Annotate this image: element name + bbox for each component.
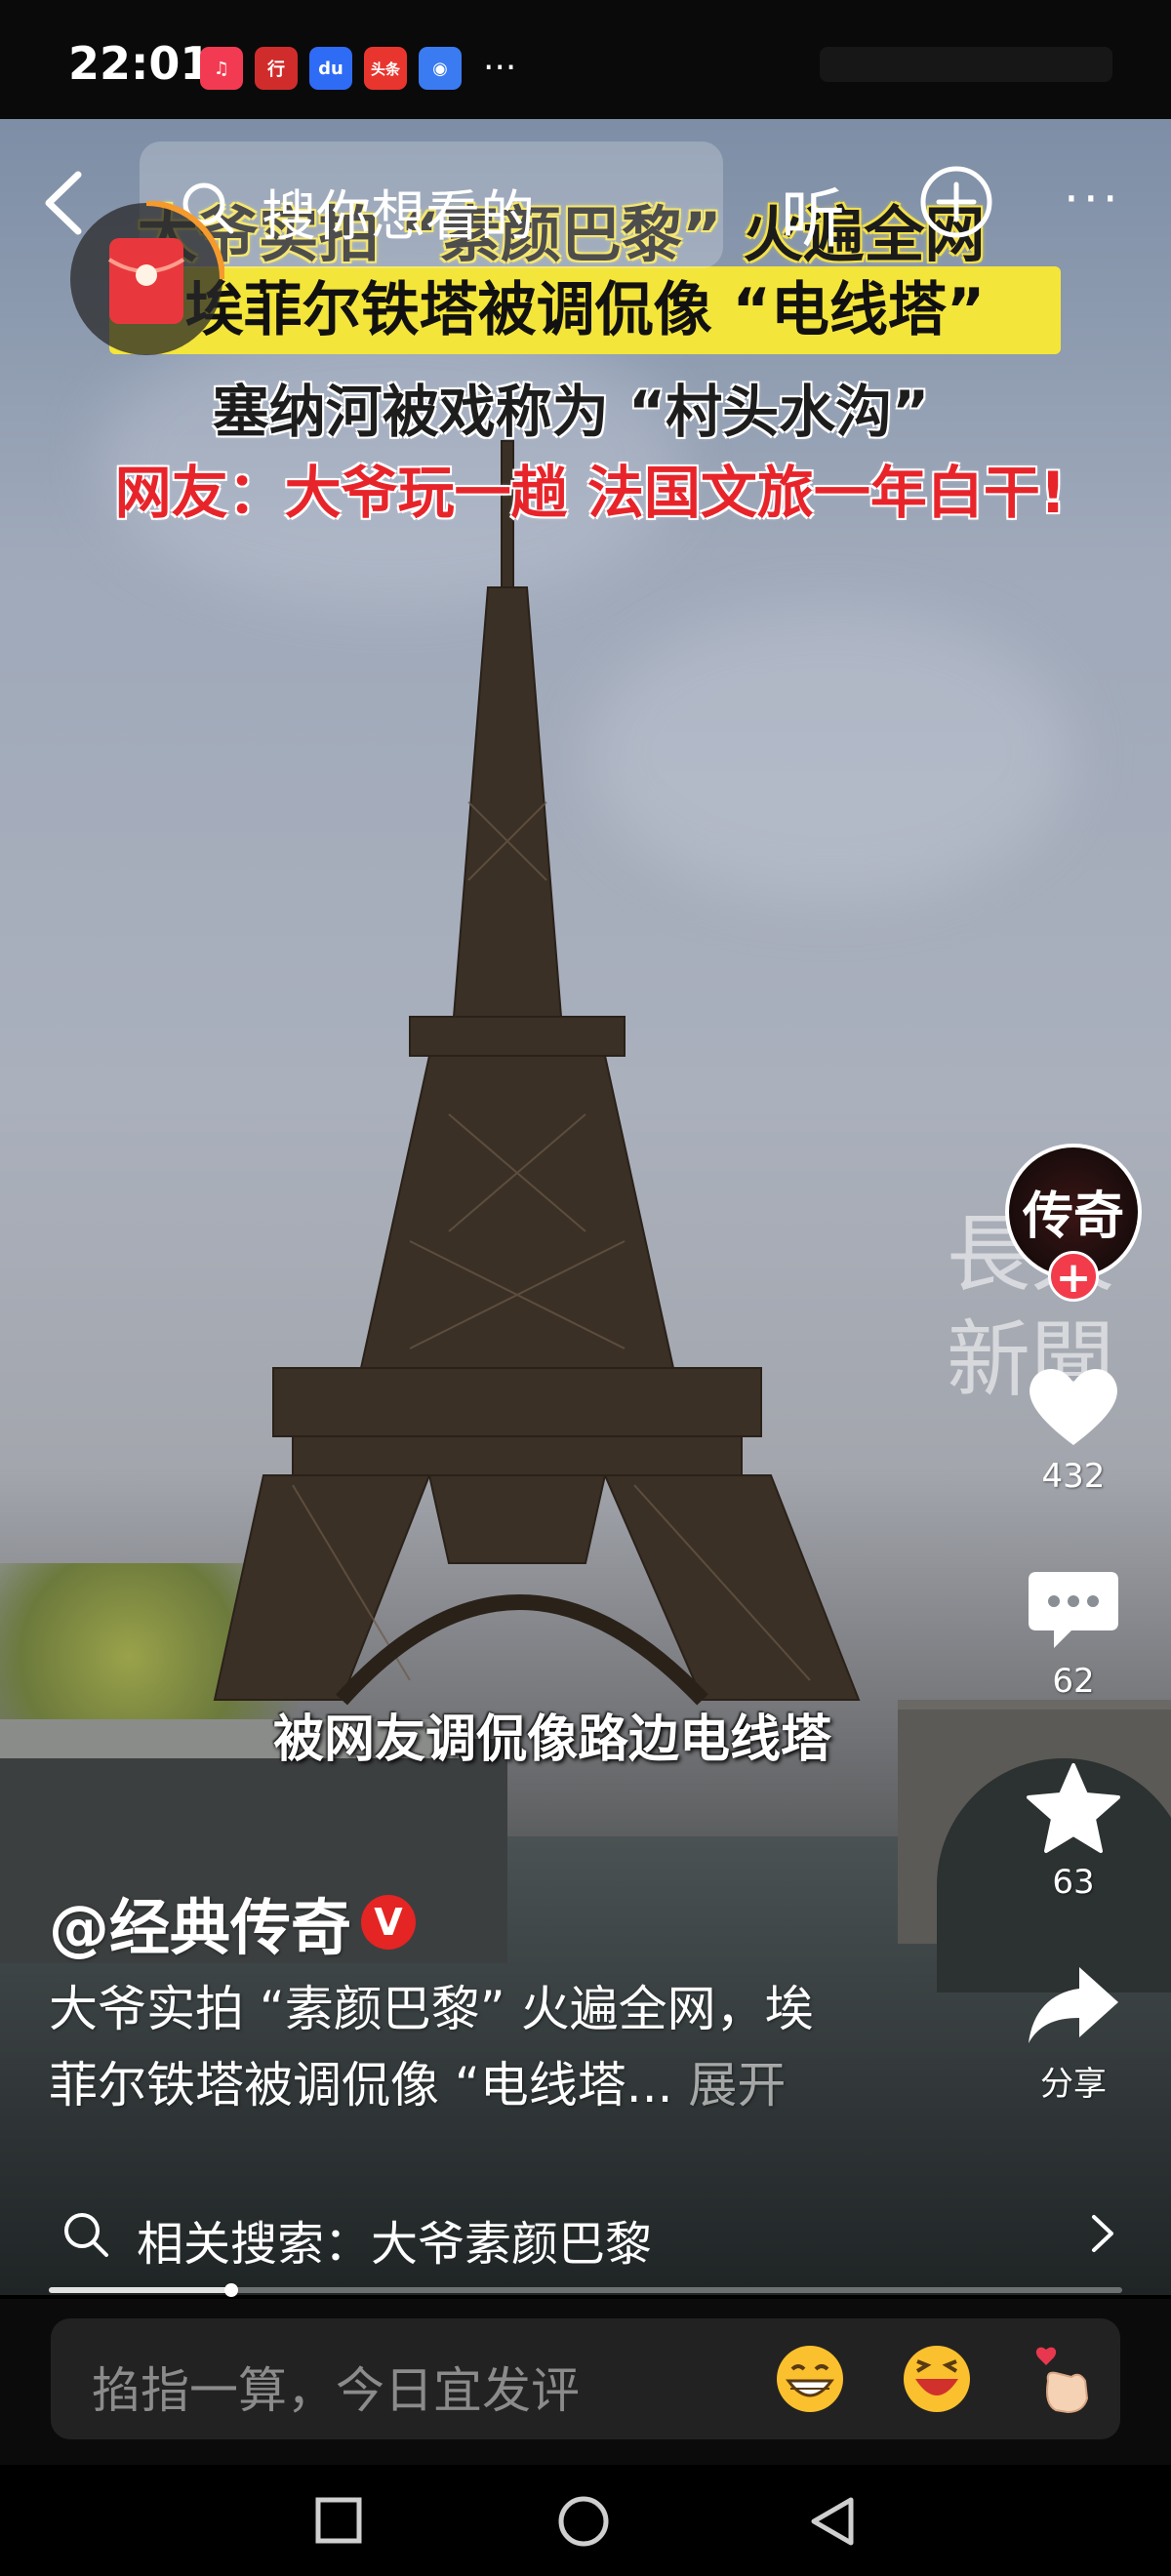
status-app-icons: ♫ 行 du 头条 ◉ ··· [200, 47, 516, 90]
comment-count: 62 [1052, 1662, 1095, 1701]
laughing-emoji-icon[interactable] [900, 2342, 974, 2416]
back-triangle-icon[interactable] [806, 2494, 859, 2549]
baidu-app-icon: du [309, 47, 352, 90]
chevron-right-icon [1092, 2215, 1113, 2252]
comment-bar: 掐指一算，今日宜发评 [0, 2299, 1171, 2465]
search-input[interactable]: 搜你想看的 [140, 141, 723, 268]
like-button[interactable]: 432 [1005, 1361, 1142, 1496]
home-circle-icon[interactable] [556, 2494, 611, 2549]
music-app-icon: ♫ [200, 47, 243, 90]
video-progress-bar[interactable] [49, 2283, 1122, 2297]
share-button[interactable]: 分享 [1005, 1961, 1142, 2105]
progress-knob[interactable] [224, 2283, 238, 2297]
description-line-2: 菲尔铁塔被调侃像 “电线塔... [49, 2057, 673, 2113]
progress-fill [49, 2287, 231, 2293]
expand-link[interactable]: 展开 [672, 2057, 786, 2113]
recents-square-icon[interactable] [312, 2494, 365, 2547]
star-icon [1027, 1763, 1120, 1853]
search-icon [64, 2213, 108, 2257]
status-more-icon: ··· [483, 48, 517, 88]
comment-placeholder: 掐指一算，今日宜发评 [92, 2362, 580, 2419]
heart-icon [1030, 1368, 1117, 1445]
finger-heart-emoji-icon[interactable] [1027, 2342, 1101, 2416]
favorite-count: 63 [1052, 1863, 1095, 1902]
author-name[interactable]: @经典传奇 [49, 1878, 351, 1966]
follow-button[interactable]: + [1048, 1251, 1099, 1303]
comment-button[interactable]: 62 [1005, 1566, 1142, 1701]
headline-4: 网友：大爷玩一趟 法国文旅一年白干! [114, 460, 1067, 526]
related-search-bar[interactable]: 相关搜索：大爷素颜巴黎 [0, 2186, 1171, 2283]
related-search-text: 相关搜索：大爷素颜巴黎 [137, 2217, 653, 2272]
bank-app-icon: 行 [255, 47, 298, 90]
verified-badge-icon: V [361, 1895, 416, 1950]
avatar-logo-text: 传奇 [1022, 1187, 1124, 1246]
search-placeholder: 搜你想看的 [262, 185, 535, 249]
video-subtitle: 被网友调侃像路边电线塔 [273, 1711, 832, 1769]
share-label: 分享 [1040, 2065, 1107, 2104]
share-arrow-icon [1029, 1967, 1118, 2043]
listen-button[interactable]: 听 [781, 167, 845, 261]
more-options-icon[interactable]: ··· [1064, 171, 1122, 227]
headline-3: 塞纳河被戏称为 “村头水沟” [212, 379, 930, 445]
system-nav-bar [0, 2465, 1171, 2576]
headline-2: 埃菲尔铁塔被调侃像 “电线塔” [109, 266, 1061, 354]
shield-app-icon: ◉ [419, 47, 462, 90]
favorite-button[interactable]: 63 [1005, 1761, 1142, 1902]
grinning-emoji-icon[interactable] [773, 2342, 847, 2416]
red-packet-icon[interactable] [68, 201, 224, 357]
status-time: 22:01 [68, 37, 212, 90]
add-icon[interactable] [917, 163, 995, 241]
status-bar: 22:01 ♫ 行 du 头条 ◉ ··· [0, 0, 1171, 119]
comment-icon [1029, 1572, 1118, 1648]
description-line-1: 大爷实拍 “素颜巴黎” 火遍全网，埃 [49, 1981, 814, 2037]
like-count: 432 [1041, 1457, 1106, 1496]
post-description[interactable]: 大爷实拍 “素颜巴黎” 火遍全网，埃 菲尔铁塔被调侃像 “电线塔... 展开 [49, 1971, 927, 2123]
toutiao-app-icon: 头条 [364, 47, 407, 90]
status-system-icons [820, 47, 1112, 82]
comment-input[interactable]: 掐指一算，今日宜发评 [51, 2318, 1120, 2439]
